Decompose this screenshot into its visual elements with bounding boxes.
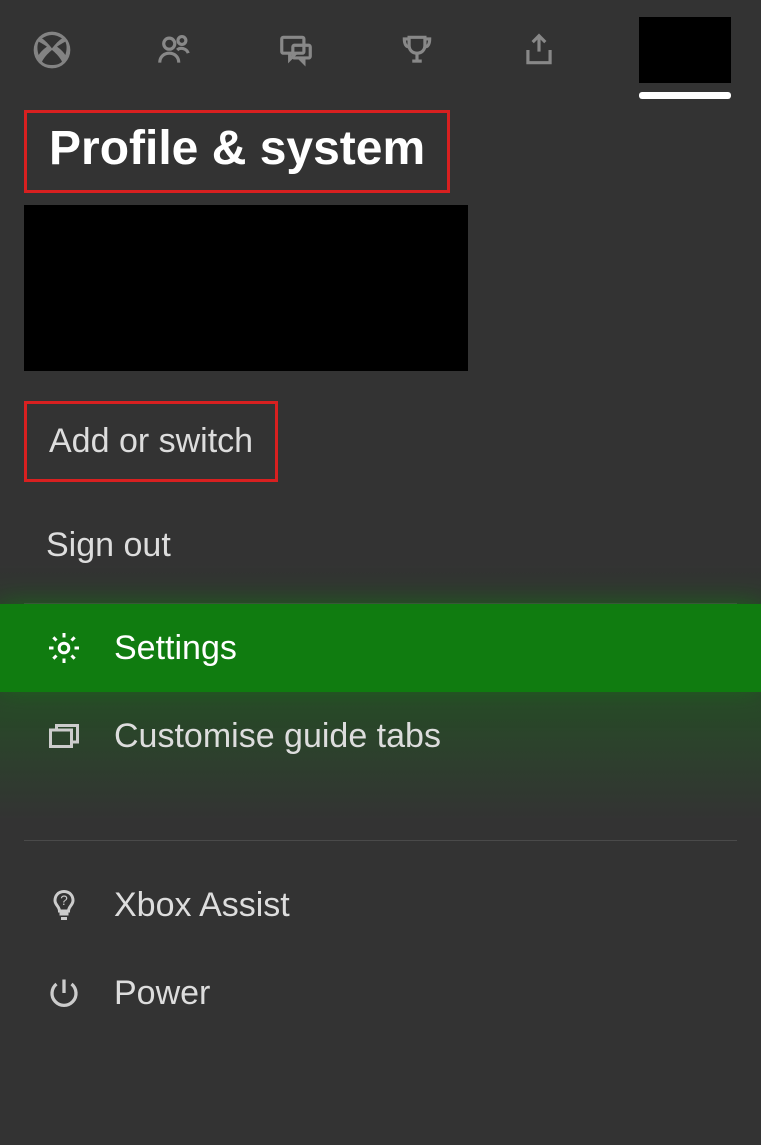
profile-card[interactable] [24,205,468,371]
svg-text:?: ? [60,893,68,908]
gear-icon [42,626,86,670]
system-menu-2: ? Xbox Assist Power [0,861,761,1037]
menu-item-customise-tabs[interactable]: Customise guide tabs [0,692,761,780]
divider [24,840,737,841]
tabs-icon [42,714,86,758]
page-title: Profile & system [24,110,450,193]
share-tab-icon[interactable] [517,28,561,72]
profile-tab[interactable] [639,17,731,83]
lightbulb-icon: ? [42,883,86,927]
chat-tab-icon[interactable] [274,28,318,72]
menu-item-settings[interactable]: Settings [0,604,761,692]
menu-item-label: Xbox Assist [114,886,290,925]
power-icon [42,971,86,1015]
menu-item-label: Settings [114,629,237,668]
menu-item-xbox-assist[interactable]: ? Xbox Assist [0,861,761,949]
sign-out-button[interactable]: Sign out [24,508,193,583]
active-tab-underline [639,92,731,99]
system-menu: Settings Customise guide tabs [0,604,761,780]
menu-item-label: Power [114,974,210,1013]
people-tab-icon[interactable] [152,28,196,72]
menu-glow-region: Settings Customise guide tabs [0,563,761,820]
menu-item-label: Customise guide tabs [114,717,441,756]
xbox-tab-icon[interactable] [30,28,74,72]
menu-item-power[interactable]: Power [0,949,761,1037]
top-tab-bar [0,0,761,90]
trophy-tab-icon[interactable] [395,28,439,72]
add-or-switch-button[interactable]: Add or switch [24,401,278,482]
account-actions: Add or switch Sign out [24,401,737,583]
